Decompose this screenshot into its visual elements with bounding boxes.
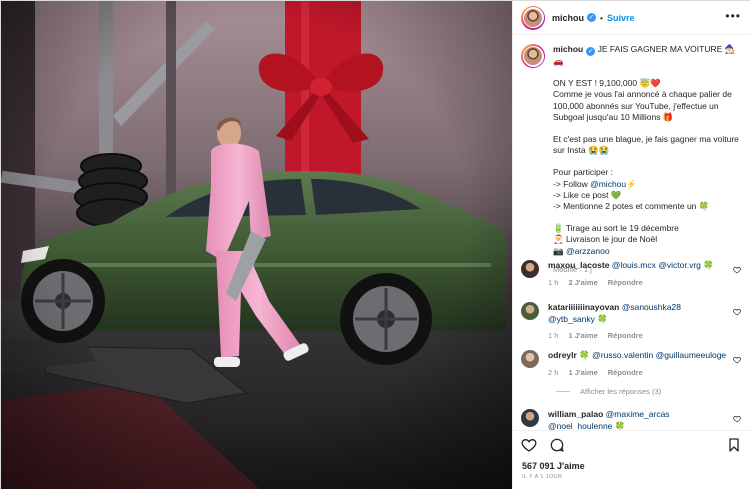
comment-emoji: 🍀 [700,260,714,270]
garage-car-scene-illustration [1,1,512,489]
caption-line: Pour participer : [553,167,613,178]
caption-text: michou ✓ JE FAIS GAGNER MA VOITURE 🧙‍♂️🚗 … [553,44,743,275]
post-photo[interactable] [1,1,512,489]
camera-emoji: 📷 [553,245,566,256]
mention-link[interactable]: @michou [590,179,626,189]
post-header: michou ✓ • Suivre ••• [513,1,750,35]
mention-link[interactable]: @guillaumeeuloge [656,350,727,360]
mention-link[interactable]: @victor.vrg [658,260,701,270]
comment-emoji: 🍀 [614,420,626,431]
bookmark-icon[interactable] [726,437,742,453]
caption-line: Comme je vous l'ai annoncé à chaque pali… [553,89,732,100]
comment-item: katariiiiiiinayovan @sanoushka28 @ytb_sa… [521,302,743,342]
comments-scroll-area[interactable]: michou ✓ JE FAIS GAGNER MA VOITURE 🧙‍♂️🚗 … [513,36,750,430]
post-actions: 567 091 J'aime IL Y A 1 JOUR [513,430,750,489]
heart-icon[interactable] [733,356,741,364]
caption-avatar[interactable] [521,44,545,68]
more-options-icon[interactable]: ••• [725,10,741,22]
mention-link[interactable]: @sanoushka28 [622,302,681,312]
comment-item: odreylr 🍀 @russo.valentin @guillaumeeulo… [521,350,743,378]
comment-time[interactable]: 1 h [548,330,558,342]
commenter-avatar[interactable] [521,350,539,368]
reply-button[interactable]: Répondre [608,367,643,379]
replies-divider [556,391,570,392]
caption-step: -> Mentionne 2 potes et commente un 🍀 [553,201,710,212]
caption-emoji: ⚡ [626,178,637,189]
commenter-username[interactable]: katariiiiiiinayovan [548,302,619,312]
comment-icon[interactable] [549,437,565,453]
author-username[interactable]: michou [552,13,584,23]
caption-step: -> Follow [553,178,591,189]
verified-badge-icon: ✓ [586,47,596,56]
commenter-username[interactable]: william_palao [548,409,603,419]
heart-icon[interactable] [733,415,741,423]
post-sidebar: michou ✓ • Suivre ••• michou ✓ JE FAIS GA… [512,1,750,489]
caption-line: 🔋 Tirage au sort le 19 décembre [553,223,679,234]
comment-time[interactable]: 1 h [548,277,558,289]
caption-line: Subgoal jusqu'au 10 Millions 🎁 [553,111,674,122]
caption-line: 🎅 Livraison le jour de Noël [553,234,658,245]
caption-line: 100,000 abonnés sur YouTube, j'effectue … [553,100,719,111]
comment-time[interactable]: 2 h [548,367,558,379]
commenter-username[interactable]: odreylr [548,350,577,360]
caption-step: -> Like ce post 💚 [553,189,622,200]
comment-likes[interactable]: 2 J'aime [568,277,597,289]
follow-button[interactable]: Suivre [607,13,635,23]
caption-username[interactable]: michou [553,44,583,54]
comment-emoji: 🍀 [579,350,590,360]
comment-item: william_palao @maxime_arcas @noel_houlen… [521,409,743,430]
caption-line: Et c'est pas une blague, je fais gagner … [553,134,739,145]
mention-link[interactable]: @ytb_sanky [548,314,595,324]
mention-link[interactable]: @louis.mcx [612,260,656,270]
instagram-post-modal: michou ✓ • Suivre ••• michou ✓ JE FAIS GA… [0,0,750,489]
caption-line: sur Insta 😭😭 [553,145,610,156]
author-avatar[interactable] [521,5,545,30]
commenter-avatar[interactable] [521,302,539,320]
comment-likes[interactable]: 1 J'aime [568,330,597,342]
verified-badge-icon: ✓ [587,13,597,22]
commenter-username[interactable]: maxou_lacoste [548,260,609,270]
comment-emoji: 🍀 [597,313,608,324]
view-replies-button[interactable]: Afficher les réponses (3) [556,387,661,396]
view-replies-label: Afficher les réponses (3) [580,387,662,396]
heart-icon[interactable] [521,437,537,453]
caption-line: ON Y EST ! 9,100,000 😇❤️ [553,78,661,89]
caption: michou ✓ JE FAIS GAGNER MA VOITURE 🧙‍♂️🚗 … [513,36,750,275]
commenter-avatar[interactable] [521,409,539,427]
reply-button[interactable]: Répondre [608,277,643,289]
commenter-avatar[interactable] [521,260,539,278]
comment-item: maxou_lacoste @louis.mcx @victor.vrg 🍀 1… [521,260,743,288]
heart-icon[interactable] [733,266,741,274]
post-timestamp[interactable]: IL Y A 1 JOUR [522,474,562,480]
like-count[interactable]: 567 091 J'aime [522,461,585,471]
mention-link[interactable]: @noel_houlenne [548,421,612,431]
heart-icon[interactable] [733,308,741,316]
separator-dot: • [600,12,603,23]
mention-link[interactable]: @russo.valentin [592,350,653,360]
comment-likes[interactable]: 1 J'aime [568,367,597,379]
reply-button[interactable]: Répondre [608,330,643,342]
mention-link[interactable]: @maxime_arcas [606,409,670,419]
mention-link[interactable]: @arzzanoo [566,246,610,256]
